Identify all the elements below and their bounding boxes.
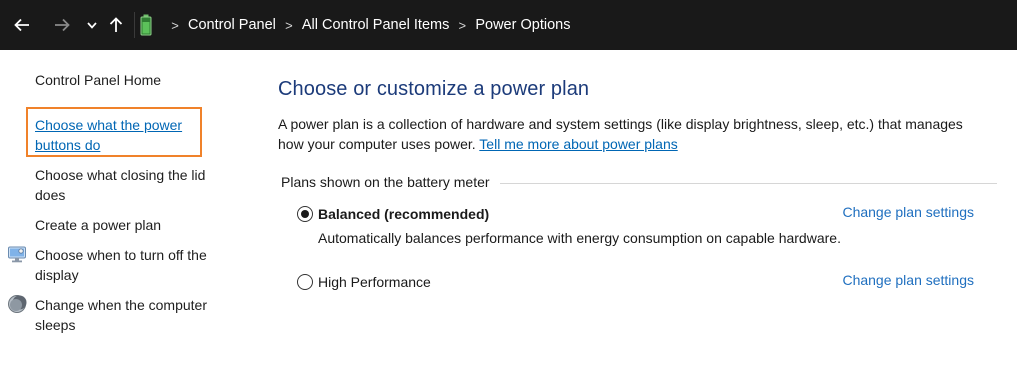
radio-balanced[interactable] xyxy=(297,206,313,222)
computer-sleeps-link-line-2[interactable]: sleeps xyxy=(35,317,75,333)
arrow-left-icon xyxy=(14,18,29,32)
computer-sleeps-link[interactable]: Change when the computer sleeps xyxy=(35,295,207,335)
turn-off-display-link-line-1[interactable]: Choose when to turn off the xyxy=(35,247,207,263)
nav-divider xyxy=(134,12,135,38)
plan-row-balanced[interactable]: Balanced (recommended) Change plan setti… xyxy=(297,203,987,225)
recent-locations-button[interactable] xyxy=(82,11,102,39)
monitor-icon xyxy=(7,244,27,264)
address-bar: > Control Panel > All Control Panel Item… xyxy=(0,0,1017,50)
plan-description-balanced: Automatically balances performance with … xyxy=(318,230,841,246)
forward-button[interactable] xyxy=(48,11,76,39)
learn-more-link[interactable]: Tell me more about power plans xyxy=(479,136,677,152)
chevron-right-icon[interactable]: > xyxy=(282,18,296,33)
change-plan-settings-balanced-link[interactable]: Change plan settings xyxy=(842,204,974,220)
closing-lid-link-line-2[interactable]: does xyxy=(35,187,65,203)
page-title: Choose or customize a power plan xyxy=(278,78,590,100)
page-description: A power plan is a collection of hardware… xyxy=(278,114,978,154)
power-buttons-link-line-1[interactable]: Choose what the power xyxy=(35,117,182,133)
moon-icon xyxy=(7,294,27,314)
plan-name-high-performance[interactable]: High Performance xyxy=(318,274,431,290)
chevron-right-icon: > xyxy=(171,17,179,33)
arrow-right-icon xyxy=(55,18,70,32)
plans-group-label: Plans shown on the battery meter xyxy=(281,174,490,190)
breadcrumb-item-control-panel[interactable]: Control Panel xyxy=(188,17,276,33)
radio-high-performance[interactable] xyxy=(297,274,313,290)
breadcrumb-item-power-options[interactable]: Power Options xyxy=(475,17,570,33)
power-buttons-link-line-2[interactable]: buttons do xyxy=(35,137,100,153)
plans-group-header: Plans shown on the battery meter xyxy=(281,172,997,192)
change-plan-settings-high-performance-link[interactable]: Change plan settings xyxy=(842,272,974,288)
breadcrumb[interactable]: > Control Panel > All Control Panel Item… xyxy=(138,0,570,50)
power-buttons-link[interactable]: Choose what the power buttons do xyxy=(35,115,182,155)
chevron-right-icon[interactable]: > xyxy=(455,18,469,33)
radio-selected-dot xyxy=(301,210,309,218)
battery-icon xyxy=(138,13,154,37)
closing-lid-link-line-1[interactable]: Choose what closing the lid xyxy=(35,167,205,183)
chevron-down-icon xyxy=(87,21,97,29)
group-divider xyxy=(499,182,997,184)
arrow-up-icon xyxy=(109,17,123,32)
breadcrumb-item-all-items[interactable]: All Control Panel Items xyxy=(302,17,449,33)
plan-row-high-performance[interactable]: High Performance Change plan settings xyxy=(297,271,987,293)
computer-sleeps-link-line-1[interactable]: Change when the computer xyxy=(35,297,207,313)
closing-lid-link[interactable]: Choose what closing the lid does xyxy=(35,165,205,205)
plan-name-balanced[interactable]: Balanced (recommended) xyxy=(318,206,489,222)
up-button[interactable] xyxy=(104,11,128,39)
turn-off-display-link[interactable]: Choose when to turn off the display xyxy=(35,245,207,285)
control-panel-home-link[interactable]: Control Panel Home xyxy=(35,70,161,90)
back-button[interactable] xyxy=(8,11,36,39)
turn-off-display-link-line-2[interactable]: display xyxy=(35,267,79,283)
create-power-plan-link[interactable]: Create a power plan xyxy=(35,215,161,235)
